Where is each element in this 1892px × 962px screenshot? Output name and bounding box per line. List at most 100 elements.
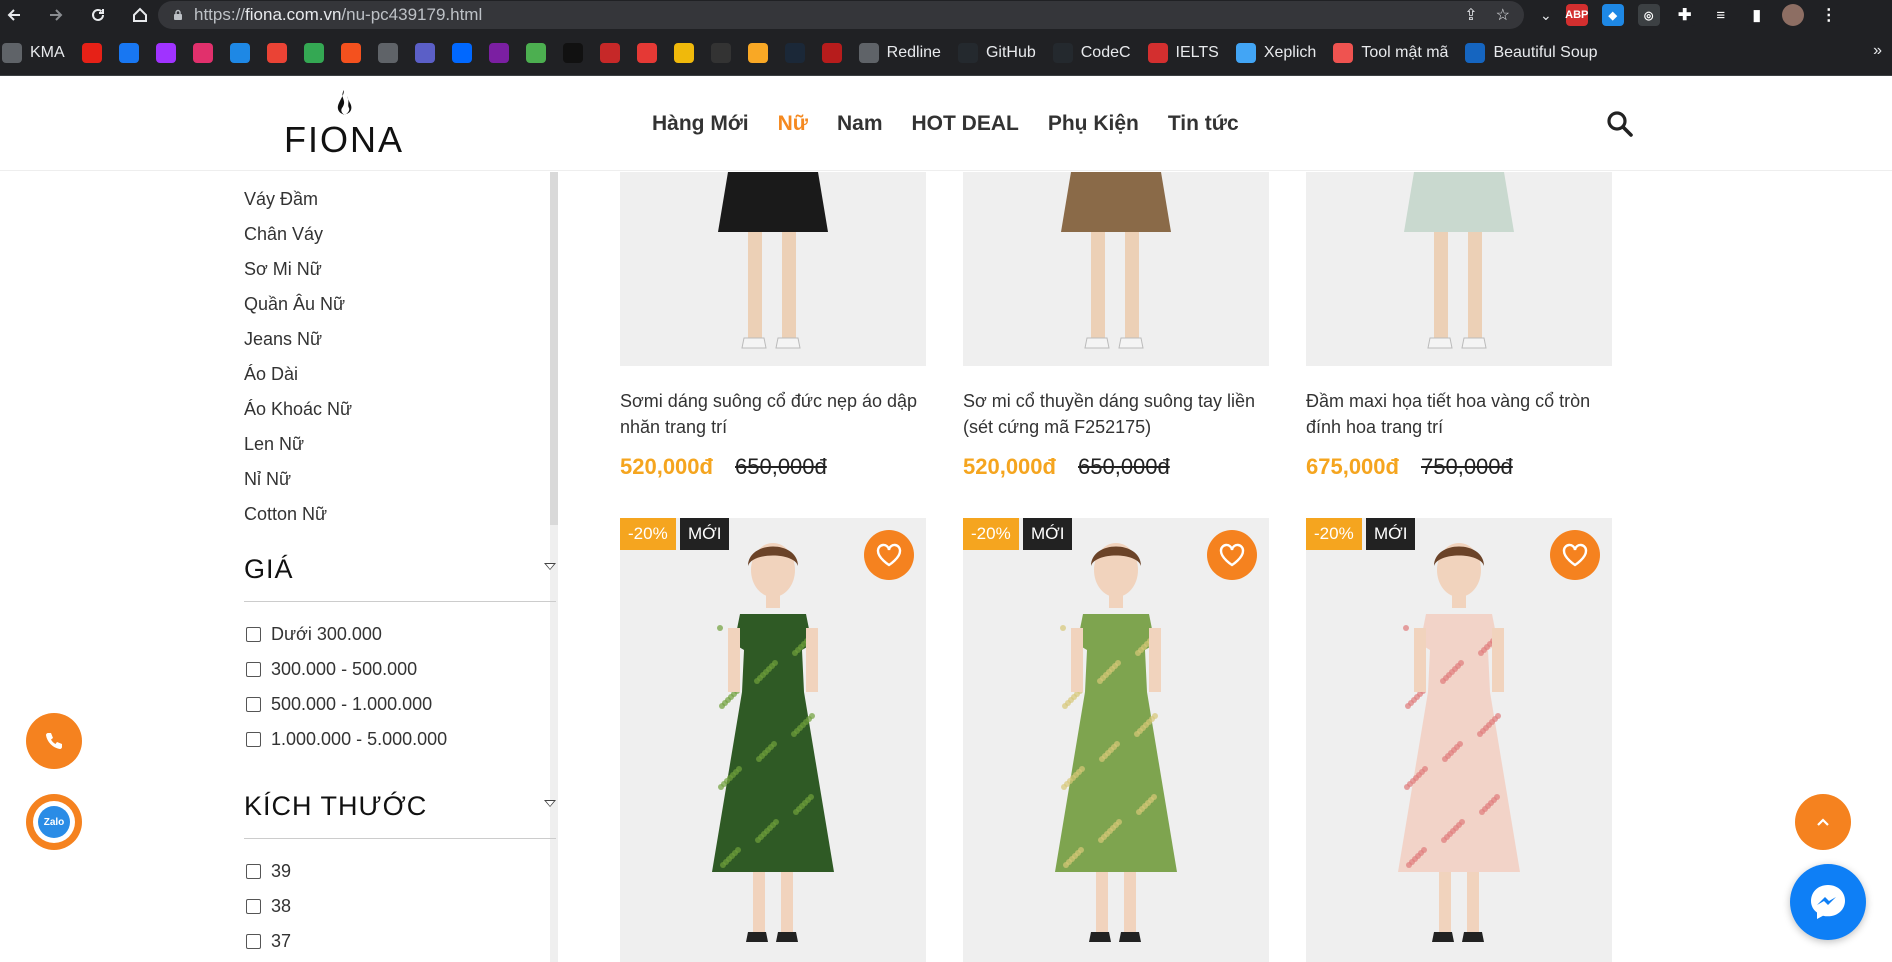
- bookmark-item[interactable]: [303, 42, 324, 63]
- bookmark-item[interactable]: Beautiful Soup: [1465, 42, 1598, 63]
- checkbox[interactable]: [246, 697, 261, 712]
- fiona-logo[interactable]: FIONA: [282, 88, 406, 158]
- price-filter-caret-icon[interactable]: [544, 563, 556, 570]
- menu-item-4[interactable]: HOT DEAL: [912, 112, 1019, 136]
- category-link[interactable]: Jeans Nữ: [244, 322, 352, 357]
- bookmark-item[interactable]: [118, 42, 139, 63]
- checkbox[interactable]: [246, 732, 261, 747]
- bookmark-item[interactable]: [81, 42, 102, 63]
- bookmark-item[interactable]: KMA: [2, 42, 65, 63]
- product-image[interactable]: [963, 172, 1269, 366]
- share-icon[interactable]: ⇪: [1464, 5, 1477, 25]
- avatar[interactable]: [1781, 4, 1804, 26]
- product-title[interactable]: Đầm maxi họa tiết hoa vàng cổ tròn đính …: [1306, 388, 1612, 440]
- size-option[interactable]: 38: [246, 896, 291, 917]
- menu-item-2[interactable]: Nữ: [778, 112, 808, 136]
- bookmark-item[interactable]: [636, 42, 657, 63]
- bookmark-item[interactable]: [488, 42, 509, 63]
- bookmark-item[interactable]: Xeplich: [1235, 42, 1316, 63]
- drop-icon[interactable]: ◆: [1601, 4, 1624, 26]
- bookmark-item[interactable]: IELTS: [1147, 42, 1219, 63]
- chevron-down-icon[interactable]: ⌄: [1540, 7, 1552, 24]
- bookmark-item[interactable]: [562, 42, 583, 63]
- checkbox[interactable]: [246, 627, 261, 642]
- product-title[interactable]: Sơmi dáng suông cổ đức nẹp áo dập nhăn t…: [620, 388, 926, 440]
- menu-item-3[interactable]: Nam: [837, 112, 883, 136]
- bookmark-item[interactable]: [525, 42, 546, 63]
- wishlist-heart-icon[interactable]: [864, 530, 914, 580]
- checkbox[interactable]: [246, 662, 261, 677]
- kebab-menu-icon[interactable]: ⋮: [1817, 4, 1840, 26]
- bookmark-item[interactable]: CodeC: [1052, 42, 1131, 63]
- category-link[interactable]: Quần Âu Nữ: [244, 287, 352, 322]
- address-bar[interactable]: https://fiona.com.vn/nu-pc439179.html ⇪ …: [158, 1, 1524, 29]
- sidebar-scrollbar-track[interactable]: [550, 525, 558, 962]
- bookmark-item[interactable]: [377, 42, 398, 63]
- wishlist-heart-icon[interactable]: [1550, 530, 1600, 580]
- star-icon[interactable]: ☆: [1496, 5, 1510, 25]
- bookmark-item[interactable]: [155, 42, 176, 63]
- bookmark-item[interactable]: [340, 42, 361, 63]
- category-link[interactable]: Len Nữ: [244, 427, 352, 462]
- category-link[interactable]: Sơ Mi Nữ: [244, 252, 352, 287]
- product-title[interactable]: Sơ mi cổ thuyền dáng suông tay liền (sét…: [963, 388, 1269, 440]
- checkbox[interactable]: [246, 934, 261, 949]
- price-filter-title[interactable]: GIÁ: [244, 554, 294, 585]
- bookmark-item[interactable]: [747, 42, 768, 63]
- back-to-top-button[interactable]: [1795, 794, 1851, 850]
- bookmark-item[interactable]: [599, 42, 620, 63]
- bookmark-item[interactable]: [266, 42, 287, 63]
- price-option[interactable]: 300.000 - 500.000: [246, 659, 417, 680]
- size-filter-caret-icon[interactable]: [544, 800, 556, 807]
- zalo-chat-button[interactable]: Zalo: [26, 794, 82, 850]
- forward-icon[interactable]: [42, 1, 70, 29]
- wishlist-heart-icon[interactable]: [1207, 530, 1257, 580]
- bookmark-item[interactable]: GitHub: [957, 42, 1036, 63]
- search-icon[interactable]: [1606, 110, 1634, 138]
- category-link[interactable]: Cotton Nữ: [244, 497, 352, 532]
- size-option[interactable]: 39: [246, 861, 291, 882]
- product-image[interactable]: [620, 518, 926, 962]
- size-option[interactable]: 37: [246, 931, 291, 952]
- category-link[interactable]: Áo Dài: [244, 357, 352, 392]
- price-option[interactable]: Dưới 300.000: [246, 624, 382, 645]
- bookmark-item[interactable]: Tool mật mã: [1333, 42, 1448, 63]
- bookmark-item[interactable]: [451, 42, 472, 63]
- bookmark-item[interactable]: [710, 42, 731, 63]
- category-link[interactable]: Váy Đầm: [244, 182, 352, 217]
- bookmark-item[interactable]: [414, 42, 435, 63]
- bookmarks-overflow-icon[interactable]: »: [1873, 42, 1882, 60]
- category-link[interactable]: Nỉ Nữ: [244, 462, 352, 497]
- extension-globe-icon[interactable]: ◎: [1637, 4, 1660, 26]
- product-image[interactable]: [1306, 518, 1612, 962]
- puzzle-icon[interactable]: ✚: [1673, 4, 1696, 26]
- price-option[interactable]: 500.000 - 1.000.000: [246, 694, 432, 715]
- category-link[interactable]: Chân Váy: [244, 217, 352, 252]
- checkbox[interactable]: [246, 864, 261, 879]
- phone-call-button[interactable]: [26, 713, 82, 769]
- bookmark-item[interactable]: [673, 42, 694, 63]
- back-icon[interactable]: [0, 1, 28, 29]
- bookmark-item[interactable]: [821, 42, 842, 63]
- sidepanel-icon[interactable]: ▮: [1745, 4, 1768, 26]
- bookmark-item[interactable]: [229, 42, 250, 63]
- messenger-chat-button[interactable]: [1790, 864, 1866, 940]
- bookmark-item[interactable]: [784, 42, 805, 63]
- playlist-icon[interactable]: ≡: [1709, 4, 1732, 26]
- menu-item-6[interactable]: Tin tức: [1168, 112, 1239, 136]
- product-image[interactable]: [963, 518, 1269, 962]
- adblock-icon[interactable]: ABP: [1565, 4, 1588, 26]
- bookmark-item[interactable]: Redline: [858, 42, 941, 63]
- category-link[interactable]: Áo Khoác Nữ: [244, 392, 352, 427]
- price-option[interactable]: 1.000.000 - 5.000.000: [246, 729, 447, 750]
- product-image[interactable]: [1306, 172, 1612, 366]
- reload-icon[interactable]: [84, 1, 112, 29]
- product-image[interactable]: [620, 172, 926, 366]
- checkbox[interactable]: [246, 899, 261, 914]
- menu-item-5[interactable]: Phụ Kiện: [1048, 112, 1139, 136]
- sidebar-scrollbar-thumb[interactable]: [550, 172, 558, 525]
- home-icon[interactable]: [126, 1, 154, 29]
- bookmark-item[interactable]: [192, 42, 213, 63]
- size-filter-title[interactable]: KÍCH THƯỚC: [244, 791, 427, 822]
- menu-item-1[interactable]: Hàng Mới: [652, 112, 749, 136]
